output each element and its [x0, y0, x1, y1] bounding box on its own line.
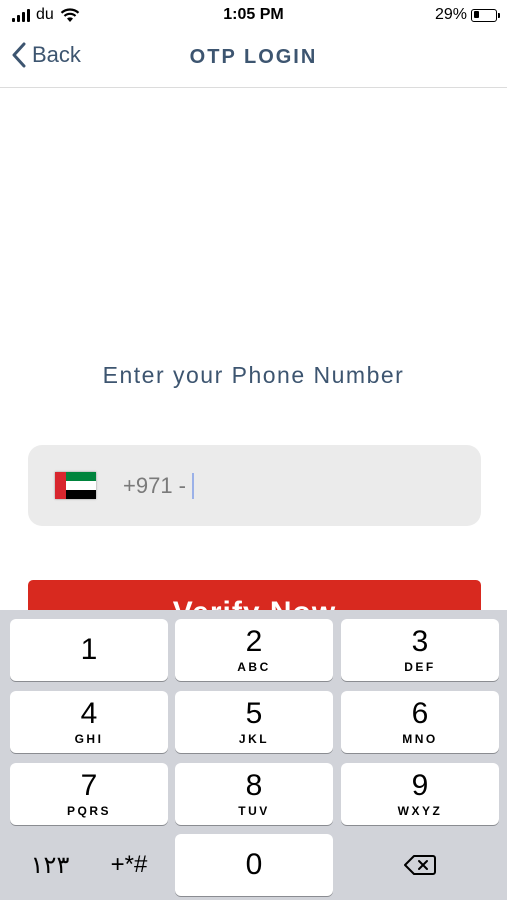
key-6[interactable]: 6 MNO — [341, 691, 499, 753]
key-digit: 4 — [80, 697, 98, 730]
key-0[interactable]: 0 — [175, 834, 333, 896]
key-digit: 9 — [411, 769, 429, 802]
uae-flag-icon[interactable] — [55, 472, 96, 499]
key-digit: 0 — [245, 848, 263, 881]
key-letters: MNO — [402, 732, 438, 746]
phone-input[interactable]: +971 - — [28, 445, 481, 526]
backspace-icon — [404, 855, 436, 875]
key-letters: WXYZ — [397, 804, 443, 818]
status-bar: du 1:05 PM 29% — [0, 0, 507, 32]
key-digit: 5 — [245, 697, 263, 730]
key-9[interactable]: 9 WXYZ — [341, 763, 499, 825]
key-digit: 7 — [80, 769, 98, 802]
status-right: 29% — [434, 6, 500, 24]
key-letters: GHI — [74, 732, 104, 746]
key-digit: 1 — [80, 633, 98, 666]
key-letters: PQRS — [66, 804, 111, 818]
key-5[interactable]: 5 JKL — [175, 691, 333, 753]
key-digit: 3 — [411, 625, 429, 658]
key-4[interactable]: 4 GHI — [10, 691, 168, 753]
phone-prefix: +971 - — [123, 473, 194, 499]
battery-icon — [471, 8, 500, 22]
key-letters: JKL — [238, 732, 270, 746]
key-8[interactable]: 8 TUV — [175, 763, 333, 825]
key-letters: DEF — [404, 660, 436, 674]
arabic-numerals-key[interactable]: ١٢٣ — [31, 851, 70, 880]
key-digit: 2 — [245, 625, 263, 658]
symbols-key[interactable]: +*# — [111, 851, 148, 879]
phone-prompt: Enter your Phone Number — [102, 362, 405, 388]
key-letters: TUV — [238, 804, 270, 818]
key-3[interactable]: 3 DEF — [341, 619, 499, 681]
key-digit: 8 — [245, 769, 263, 802]
numeric-keyboard: 1 2 ABC 3 DEF 4 GHI 5 JKL 6 MNO 7 PQRS 8… — [0, 610, 507, 900]
key-2[interactable]: 2 ABC — [175, 619, 333, 681]
status-time: 1:05 PM — [223, 6, 284, 23]
key-1[interactable]: 1 — [10, 619, 168, 681]
delete-key[interactable] — [341, 834, 499, 896]
nav-bar: Back OTP LOGIN — [0, 32, 507, 88]
country-code: +971 - — [123, 473, 186, 498]
keyboard-mode-keys: ١٢٣ +*# — [10, 834, 168, 896]
page-title: OTP LOGIN — [189, 46, 318, 68]
key-letters: ABC — [237, 660, 271, 674]
key-digit: 6 — [411, 697, 429, 730]
key-7[interactable]: 7 PQRS — [10, 763, 168, 825]
text-cursor — [192, 473, 194, 499]
battery-percent: 29% — [434, 6, 467, 23]
